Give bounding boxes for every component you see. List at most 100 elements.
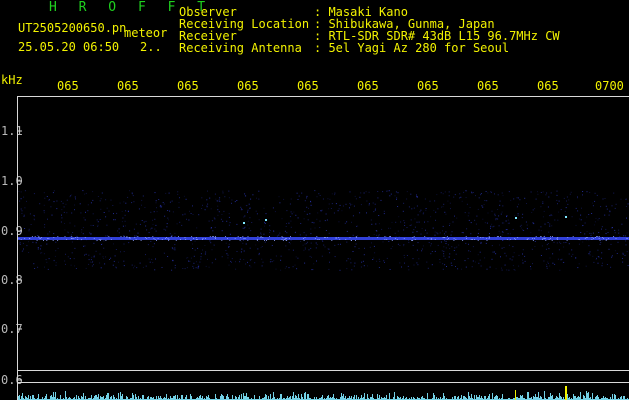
noise-bar bbox=[191, 396, 192, 400]
noise-dot bbox=[439, 259, 441, 260]
noise-dot bbox=[508, 240, 510, 241]
noise-dot bbox=[250, 230, 252, 232]
noise-dot bbox=[134, 265, 136, 267]
noise-dot bbox=[228, 224, 230, 226]
noise-dot bbox=[304, 262, 306, 264]
noise-dot bbox=[300, 241, 302, 242]
noise-dot bbox=[218, 199, 220, 201]
noise-dot bbox=[166, 226, 168, 228]
noise-bar bbox=[454, 396, 455, 400]
noise-dot bbox=[505, 255, 507, 257]
noise-dot bbox=[449, 202, 451, 204]
noise-dot bbox=[49, 231, 51, 233]
noise-dot bbox=[420, 233, 422, 235]
noise-dot bbox=[378, 267, 380, 268]
noise-dot bbox=[421, 248, 423, 250]
noise-dot bbox=[354, 262, 356, 264]
noise-dot bbox=[227, 257, 229, 259]
noise-dot bbox=[21, 212, 23, 214]
noise-dot bbox=[507, 233, 509, 235]
noise-dot bbox=[133, 267, 134, 269]
noise-dot bbox=[187, 257, 189, 259]
carrier-dot bbox=[146, 238, 148, 239]
noise-dot bbox=[65, 253, 66, 255]
noise-dot bbox=[450, 208, 451, 210]
noise-dot bbox=[502, 195, 504, 197]
noise-dot bbox=[626, 251, 628, 253]
noise-dot bbox=[522, 253, 523, 255]
noise-dot bbox=[167, 210, 169, 211]
noise-dot bbox=[129, 190, 130, 192]
noise-dot bbox=[410, 193, 412, 195]
noise-dot bbox=[82, 227, 84, 229]
noise-dot bbox=[26, 245, 28, 247]
noise-dot bbox=[622, 258, 623, 259]
noise-dot bbox=[172, 211, 174, 213]
noise-dot bbox=[96, 219, 98, 221]
noise-dot bbox=[92, 260, 94, 262]
noise-bar bbox=[364, 393, 365, 400]
noise-dot bbox=[258, 198, 260, 200]
noise-dot bbox=[90, 259, 92, 261]
carrier-dot bbox=[66, 239, 68, 240]
noise-dot bbox=[517, 197, 519, 199]
noise-dot bbox=[542, 191, 544, 193]
carrier-dot bbox=[267, 239, 269, 240]
noise-dot bbox=[251, 222, 253, 223]
noise-dot bbox=[323, 244, 325, 246]
noise-dot bbox=[344, 222, 346, 224]
noise-dot bbox=[554, 263, 556, 265]
noise-dot bbox=[55, 241, 57, 243]
noise-dot bbox=[97, 221, 99, 223]
noise-dot bbox=[558, 249, 560, 251]
noise-bar bbox=[259, 396, 260, 400]
noise-dot bbox=[310, 204, 312, 206]
noise-dot bbox=[327, 248, 329, 250]
noise-dot bbox=[404, 257, 406, 259]
noise-dot bbox=[85, 211, 86, 213]
noise-dot bbox=[33, 193, 35, 195]
carrier-dot bbox=[355, 236, 357, 237]
noise-dot bbox=[124, 214, 126, 216]
noise-dot bbox=[479, 251, 481, 253]
noise-dot bbox=[436, 194, 438, 196]
carrier-dot bbox=[514, 239, 516, 240]
noise-dot bbox=[184, 268, 186, 270]
noise-dot bbox=[199, 261, 201, 263]
noise-dot bbox=[378, 223, 380, 225]
noise-dot bbox=[252, 194, 254, 196]
noise-bar bbox=[295, 395, 296, 400]
noise-dot bbox=[206, 199, 208, 201]
noise-dot bbox=[373, 257, 375, 259]
noise-dot bbox=[88, 259, 90, 261]
noise-dot bbox=[400, 221, 402, 223]
noise-dot bbox=[105, 256, 107, 258]
noise-dot bbox=[123, 251, 125, 252]
carrier-dot bbox=[482, 237, 484, 238]
noise-dot bbox=[177, 191, 179, 193]
carrier-dot bbox=[281, 236, 283, 237]
noise-dot bbox=[517, 214, 519, 216]
noise-dot bbox=[413, 229, 415, 231]
noise-dot bbox=[319, 220, 321, 222]
noise-dot bbox=[454, 194, 456, 196]
carrier-dot bbox=[266, 240, 267, 241]
noise-dot bbox=[360, 192, 362, 194]
noise-dot bbox=[434, 234, 436, 236]
noise-bar bbox=[488, 396, 489, 400]
noise-dot bbox=[626, 232, 628, 234]
carrier-dot bbox=[585, 237, 587, 238]
noise-dot bbox=[240, 206, 242, 208]
noise-dot bbox=[285, 245, 287, 247]
noise-bar bbox=[166, 394, 167, 400]
noise-dot bbox=[453, 196, 455, 198]
noise-dot bbox=[389, 269, 391, 270]
noise-dot bbox=[546, 267, 548, 269]
noise-dot bbox=[217, 205, 219, 207]
noise-dot bbox=[481, 205, 483, 207]
noise-dot bbox=[380, 199, 382, 201]
carrier-signal bbox=[18, 216, 629, 241]
noise-dot bbox=[236, 223, 238, 225]
noise-dot bbox=[590, 233, 592, 235]
noise-bar bbox=[341, 393, 342, 400]
